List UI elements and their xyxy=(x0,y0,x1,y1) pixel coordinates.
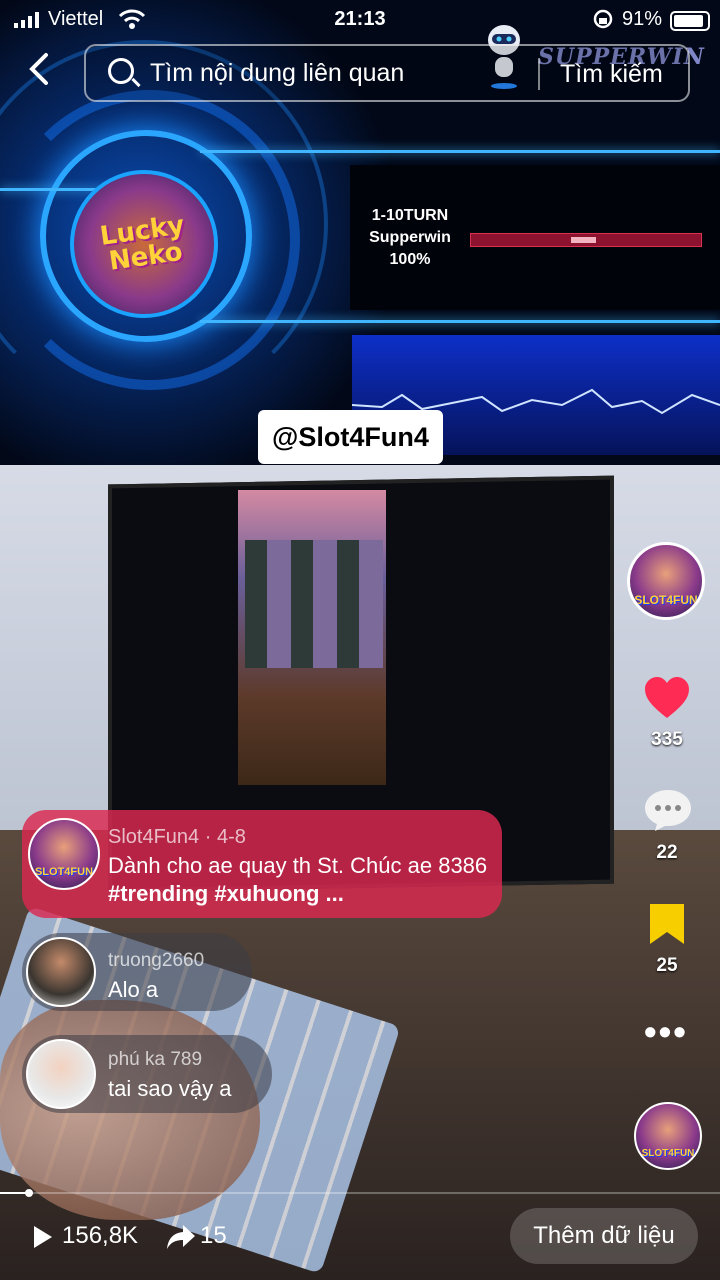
comment-user: truong2660 xyxy=(108,950,205,971)
decor-line xyxy=(200,150,720,153)
caption-body: Dành cho ae quay th St. Chúc ae 8386 xyxy=(108,853,488,878)
share-icon[interactable] xyxy=(166,1224,196,1250)
game-logo-text: Lucky Neko xyxy=(98,210,187,277)
turn-line-3: 100% xyxy=(389,251,431,268)
save-count: 25 xyxy=(656,955,678,976)
comment-text: tai sao vậy a xyxy=(108,1076,232,1101)
comment-avatar[interactable] xyxy=(26,937,96,1007)
decor-line xyxy=(200,320,720,323)
more-dots-icon[interactable]: ••• xyxy=(644,1014,688,1050)
play-icon xyxy=(34,1226,52,1248)
comment-text: Alo a xyxy=(108,977,159,1002)
comment-user: phú ka 789 xyxy=(108,1049,203,1070)
comment-button[interactable] xyxy=(643,788,693,832)
battery-percent: 91% xyxy=(622,8,663,30)
rotation-lock-icon xyxy=(593,9,613,29)
search-icon xyxy=(108,58,134,84)
progress-handle[interactable] xyxy=(24,1189,33,1197)
caption-avatar-label: SLOT4FUN xyxy=(34,866,94,879)
like-count: 335 xyxy=(651,729,683,750)
battery-icon xyxy=(670,11,710,31)
sound-disc-label: SLOT4FUN xyxy=(641,1148,695,1160)
heart-icon xyxy=(645,677,689,718)
turn-line-1: 1-10TURN xyxy=(371,207,449,224)
view-count: 156,8K xyxy=(62,1222,139,1249)
avatar-label: SLOT4FUN xyxy=(634,592,698,607)
creator-avatar[interactable]: SLOT4FUN xyxy=(627,542,705,620)
turn-line-2: Supperwin xyxy=(369,229,451,246)
like-button[interactable] xyxy=(643,676,691,720)
game-logo: Lucky Neko xyxy=(70,170,218,318)
video-progress[interactable] xyxy=(0,1189,720,1197)
comment-avatar[interactable] xyxy=(26,1039,96,1109)
battery-fill xyxy=(674,15,704,27)
save-button[interactable] xyxy=(648,902,686,946)
turn-text: 1-10TURN Supperwin 100% xyxy=(360,205,460,271)
chevron-left-icon xyxy=(29,53,48,85)
caption-avatar[interactable]: SLOT4FUN xyxy=(28,818,100,890)
rate-bar xyxy=(470,233,702,247)
bookmark-icon xyxy=(650,904,684,944)
back-button[interactable] xyxy=(26,52,52,93)
game-reels xyxy=(245,540,383,668)
search-input[interactable]: Tìm nội dung liên quan xyxy=(150,59,404,88)
caption-meta: Slot4Fun4 · 4-8 xyxy=(108,826,246,848)
rate-bar-marker xyxy=(571,237,596,243)
creator-watermark: @Slot4Fun4 xyxy=(258,410,443,464)
search-divider xyxy=(538,58,540,90)
search-button[interactable]: Tìm kiếm xyxy=(560,60,663,89)
status-bar: Viettel 21:13 91% xyxy=(0,0,720,38)
caption-text: Dành cho ae quay th St. Chúc ae 8386 #tr… xyxy=(108,852,488,908)
share-count: 15 xyxy=(200,1222,227,1249)
sound-disc[interactable]: SLOT4FUN xyxy=(634,1102,702,1170)
caption-hashtags[interactable]: #trending #xuhuong ... xyxy=(108,881,344,906)
more-data-button[interactable]: Thêm dữ liệu xyxy=(510,1208,698,1264)
comment-count: 22 xyxy=(656,842,678,863)
